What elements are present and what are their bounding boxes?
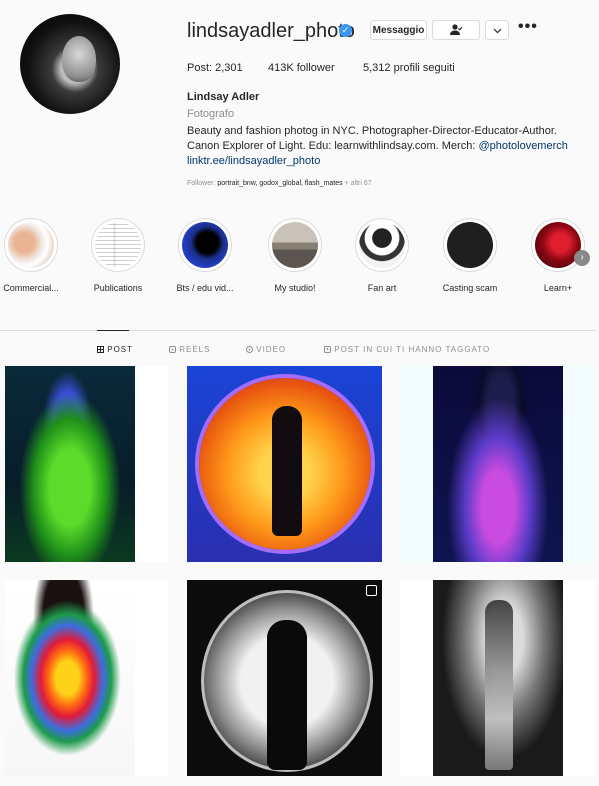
- highlight-fan-art[interactable]: Fan art: [342, 218, 422, 293]
- highlight-thumbnail: [447, 222, 493, 268]
- following-count[interactable]: 5,312 profili seguiti: [363, 62, 455, 74]
- post-thumbnail[interactable]: [400, 366, 595, 562]
- post-thumbnail[interactable]: [187, 366, 382, 562]
- tab-label: POST: [107, 345, 134, 354]
- highlight-ring: [443, 218, 497, 272]
- video-icon: [246, 346, 253, 353]
- followers-count[interactable]: 413K follower: [268, 62, 335, 74]
- highlight-label: Learn+: [543, 283, 573, 293]
- highlight-casting-scam[interactable]: Casting scam: [430, 218, 510, 293]
- tab-label: POST IN CUI TI HANNO TAGGATO: [334, 345, 491, 354]
- highlight-ring: [355, 218, 409, 272]
- followed-by-prefix: Follower:: [187, 180, 218, 187]
- grid-icon: [97, 346, 104, 353]
- post-image: [5, 580, 135, 776]
- highlight-thumbnail: [359, 222, 405, 268]
- profile-avatar[interactable]: [20, 14, 120, 114]
- post-figure: [267, 620, 307, 770]
- post-thumbnail[interactable]: [5, 580, 168, 776]
- bio-external-link[interactable]: linktr.ee/lindsayadler_photo: [187, 154, 592, 169]
- post-thumbnail[interactable]: [5, 366, 168, 562]
- highlight-label: Bts / edu vid...: [176, 283, 234, 293]
- reels-icon: [169, 346, 176, 353]
- post-thumbnail[interactable]: [400, 580, 595, 776]
- highlight-thumbnail: [8, 222, 54, 268]
- person-check-icon: [450, 24, 463, 36]
- followed-by-suffix: + altri 67: [342, 180, 372, 187]
- carousel-post-icon: [366, 585, 377, 596]
- highlight-label: Casting scam: [442, 283, 498, 293]
- profile-bio: Beauty and fashion photog in NYC. Photog…: [187, 124, 592, 169]
- post-thumbnail[interactable]: [187, 580, 382, 776]
- profile-username: lindsayadler_photo: [187, 20, 355, 42]
- message-button[interactable]: Messaggio: [370, 20, 427, 40]
- tab-label: REELS: [179, 345, 211, 354]
- tab-tagged[interactable]: POST IN CUI TI HANNO TAGGATO: [324, 345, 490, 354]
- highlight-thumbnail: [95, 222, 141, 268]
- tab-video[interactable]: VIDEO: [246, 345, 286, 354]
- highlight-ring: [4, 218, 58, 272]
- tab-reels[interactable]: REELS: [169, 345, 210, 354]
- following-button[interactable]: [432, 20, 480, 40]
- avatar-face: [62, 36, 96, 82]
- post-image: [433, 366, 563, 562]
- tab-label: VIDEO: [256, 345, 287, 354]
- bio-mention-link[interactable]: @photolovemerch: [478, 140, 567, 152]
- highlight-studio[interactable]: My studio!: [255, 218, 335, 293]
- bio-line-2: Canon Explorer of Light. Edu: learnwithl…: [187, 139, 592, 154]
- highlight-bts[interactable]: Bts / edu vid...: [165, 218, 245, 293]
- highlight-label: My studio!: [274, 283, 316, 293]
- post-figure: [272, 406, 302, 536]
- highlights-next-button[interactable]: ›: [574, 250, 590, 266]
- tabs-divider: [0, 330, 596, 331]
- highlight-ring: [268, 218, 322, 272]
- post-figure: [485, 600, 513, 770]
- highlight-label: Publications: [93, 283, 143, 293]
- active-tab-indicator: [97, 330, 129, 331]
- highlight-label: Fan art: [367, 283, 397, 293]
- highlight-thumbnail: [272, 222, 318, 268]
- bio-line-1: Beauty and fashion photog in NYC. Photog…: [187, 125, 557, 137]
- post-image: [5, 366, 135, 562]
- tag-icon: [324, 346, 331, 353]
- more-options-icon[interactable]: •••: [518, 18, 538, 36]
- bio-text: Canon Explorer of Light. Edu: learnwithl…: [187, 140, 479, 152]
- followed-by-names[interactable]: portrait_bnw, godox_global, flash_mates: [217, 180, 342, 187]
- posts-count: Post: 2,301: [187, 62, 243, 74]
- highlight-label: Commercial...: [3, 283, 59, 293]
- highlight-ring: [178, 218, 232, 272]
- followed-by[interactable]: Follower: portrait_bnw, godox_global, fl…: [187, 180, 372, 187]
- highlight-thumbnail: [182, 222, 228, 268]
- tab-posts[interactable]: POST: [97, 345, 133, 354]
- highlight-commercial[interactable]: Commercial...: [0, 218, 71, 293]
- profile-category: Fotografo: [187, 108, 235, 120]
- highlight-publications[interactable]: Publications: [78, 218, 158, 293]
- suggestions-dropdown-button[interactable]: [485, 20, 509, 40]
- verified-badge-icon: ✓: [339, 24, 352, 37]
- profile-full-name: Lindsay Adler: [187, 91, 260, 103]
- highlight-ring: [91, 218, 145, 272]
- chevron-down-icon: [493, 28, 501, 34]
